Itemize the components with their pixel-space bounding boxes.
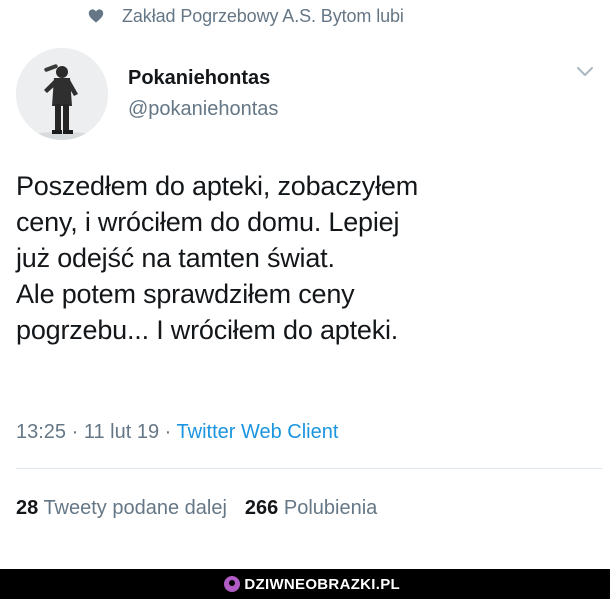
meta-separator: · <box>159 421 177 443</box>
tweet-text-line: Ale potem sprawdziłem ceny <box>16 279 355 309</box>
watermark-text: DZIWNEOBRAZKI.PL <box>244 575 400 593</box>
tweet-source-link[interactable]: Twitter Web Client <box>177 421 339 443</box>
avatar[interactable] <box>16 48 108 140</box>
meta-separator: · <box>66 421 84 443</box>
divider <box>16 468 602 469</box>
tweet-author[interactable]: Pokaniehontas @pokaniehontas <box>128 66 278 121</box>
watermark: DZIWNEOBRAZKI.PL <box>224 574 400 594</box>
likes-count: 266 <box>244 497 279 519</box>
tweet-text-line: pogrzebu... I wróciłem do apteki. <box>16 315 399 345</box>
author-display-name[interactable]: Pokaniehontas <box>128 66 278 90</box>
tweet-text-line: ceny, i wróciłem do domu. Lepiej <box>16 207 400 237</box>
heart-icon <box>88 9 104 23</box>
retweets-label: Tweety podane dalej <box>38 497 227 519</box>
watermark-bar: DZIWNEOBRAZKI.PL <box>0 569 610 599</box>
chevron-down-icon[interactable] <box>576 66 594 78</box>
tweet-text: Poszedłem do apteki, zobaczyłem ceny, i … <box>16 168 606 348</box>
tweet-text-line: Poszedłem do apteki, zobaczyłem <box>16 171 419 201</box>
watermark-logo-icon <box>224 576 241 592</box>
likes-label: Polubienia <box>278 497 378 519</box>
tweet-date[interactable]: 11 lut 19 <box>84 421 159 443</box>
tweet-time[interactable]: 13:25 <box>16 421 66 443</box>
social-context: Zakład Pogrzebowy A.S. Bytom lubi <box>88 4 404 28</box>
likes-stat[interactable]: 266 Polubienia <box>245 497 377 519</box>
tweet-stats: 28 Tweety podane dalej 266 Polubienia <box>16 497 377 520</box>
retweets-count: 28 <box>16 497 39 519</box>
author-handle[interactable]: @pokaniehontas <box>128 97 278 121</box>
social-context-text: Zakład Pogrzebowy A.S. Bytom lubi <box>122 5 404 26</box>
tweet-metadata: 13:25 · 11 lut 19 · Twitter Web Client <box>16 421 338 444</box>
avatar-photo <box>16 48 108 140</box>
tweet-text-line: już odejść na tamten świat. <box>16 243 335 273</box>
retweets-stat[interactable]: 28 Tweety podane dalej <box>16 497 227 519</box>
